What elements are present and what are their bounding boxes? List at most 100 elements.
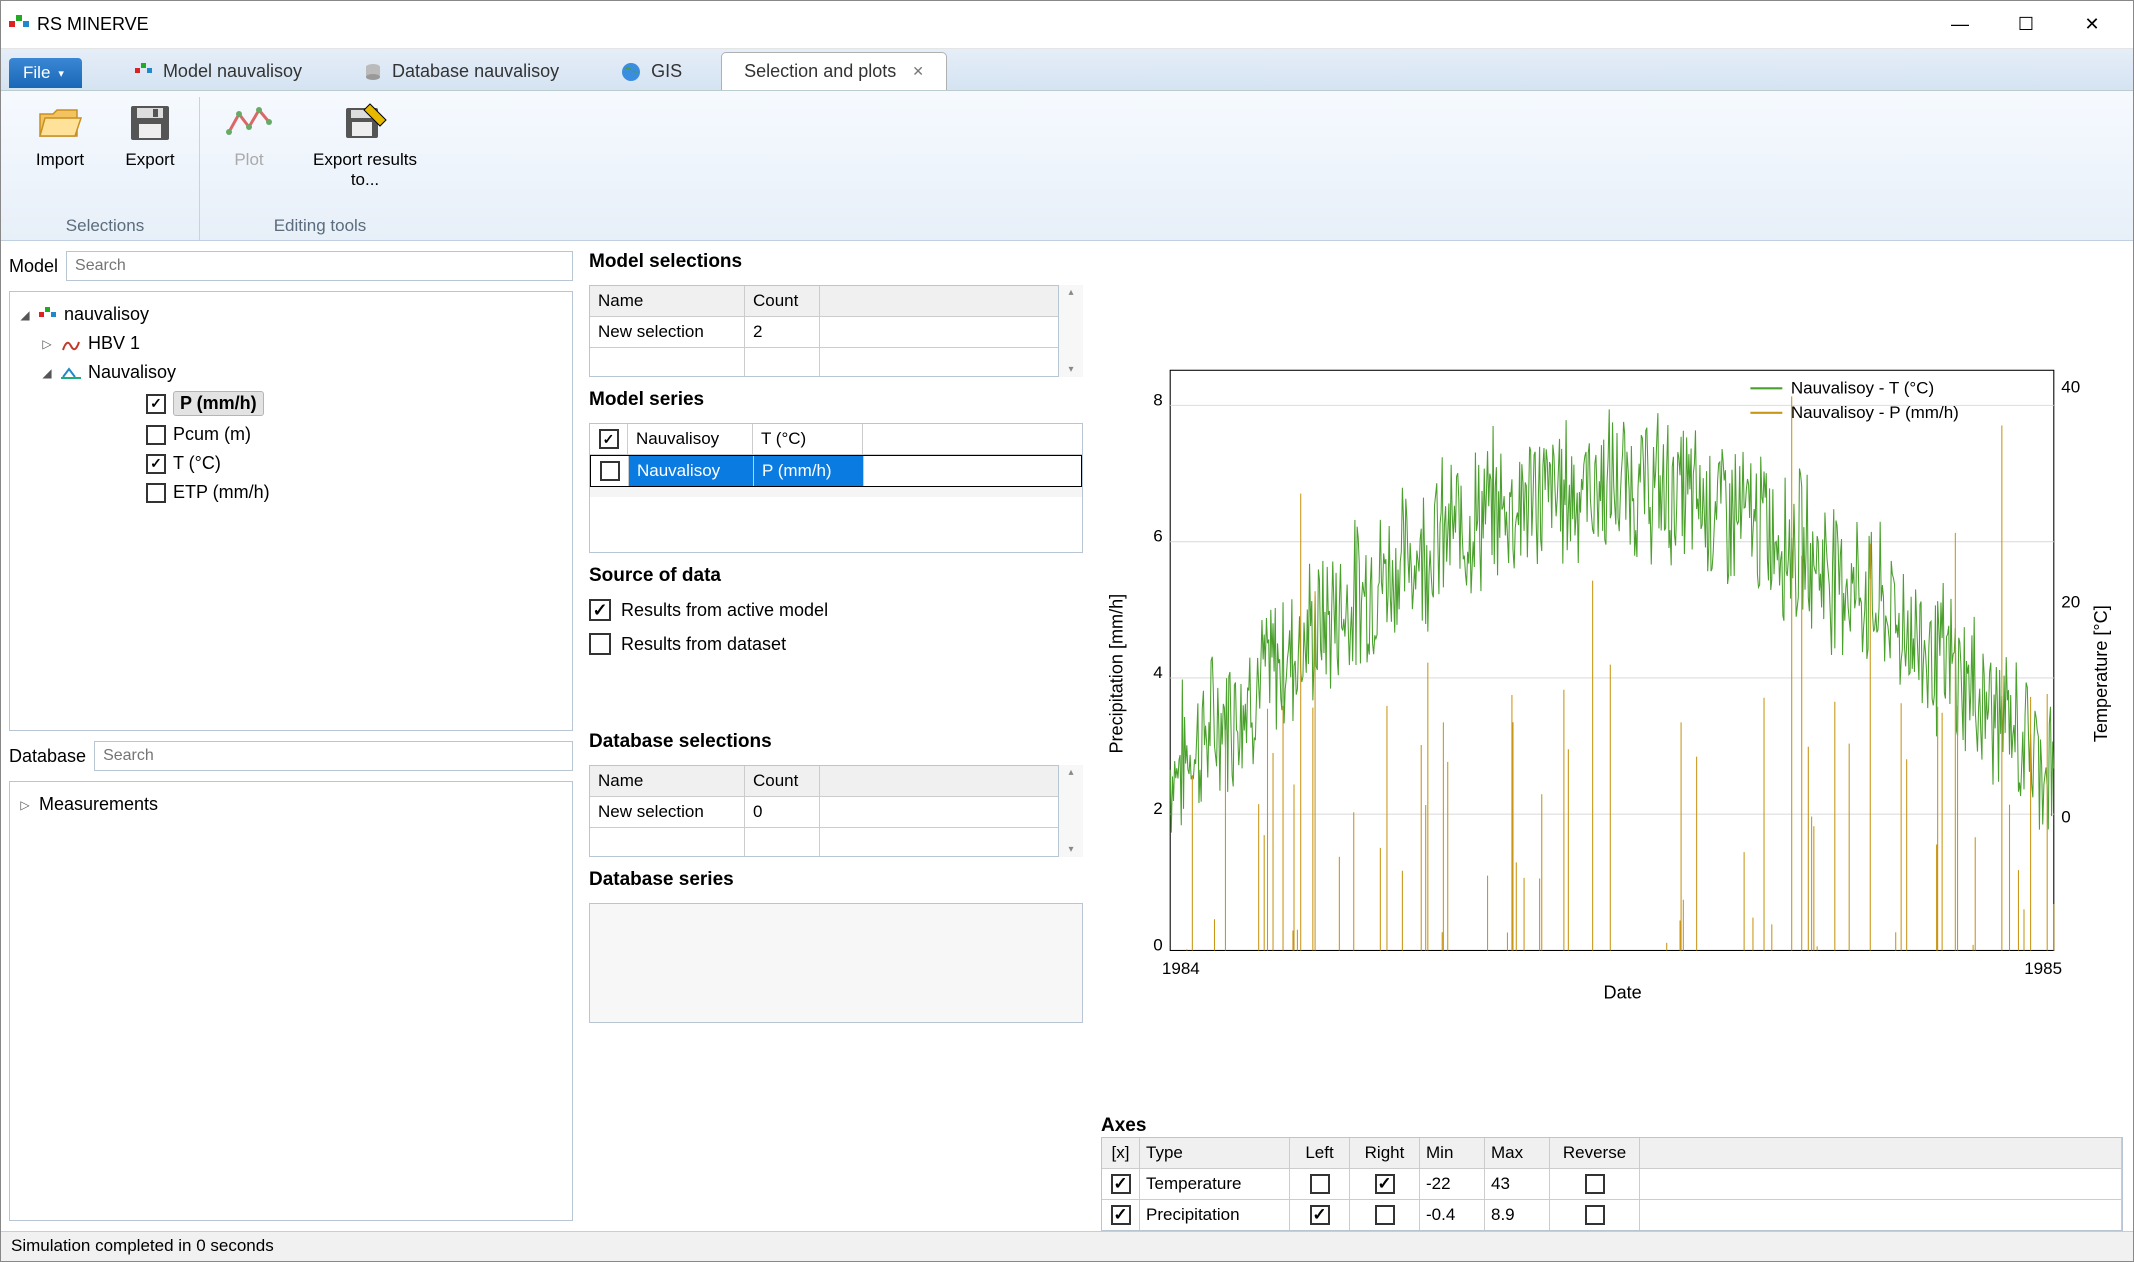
globe-icon — [621, 62, 641, 82]
checkbox[interactable] — [599, 429, 619, 449]
cell-count[interactable]: 2 — [745, 317, 820, 347]
model-icon — [135, 63, 153, 81]
title-bar: RS MINERVE — ☐ ✕ — [1, 1, 2133, 49]
export-button[interactable]: Export — [111, 97, 189, 170]
col-min[interactable]: Min — [1420, 1138, 1485, 1168]
app-window: RS MINERVE — ☐ ✕ File▾ Model nauvalisoy … — [0, 0, 2134, 1262]
tree-hbv[interactable]: HBV 1 — [88, 333, 140, 354]
checkbox[interactable] — [1310, 1174, 1330, 1194]
cell-name[interactable]: New selection — [590, 317, 745, 347]
svg-text:8: 8 — [1153, 390, 1162, 409]
source-active-model[interactable]: Results from active model — [589, 599, 1083, 621]
expander-icon[interactable]: ▷ — [40, 337, 54, 351]
source-dataset[interactable]: Results from dataset — [589, 633, 1083, 655]
ribbon-group-selections: Import Export Selections — [11, 97, 200, 240]
database-series-title: Database series — [589, 869, 1083, 891]
tab-gis[interactable]: GIS — [598, 52, 705, 90]
database-label: Database — [9, 746, 86, 767]
svg-text:4: 4 — [1153, 663, 1162, 682]
expander-icon[interactable]: ▷ — [18, 798, 32, 812]
tab-strip: File▾ Model nauvalisoy Database nauvalis… — [1, 49, 2133, 91]
col-max[interactable]: Max — [1485, 1138, 1550, 1168]
minimize-button[interactable]: — — [1927, 5, 1993, 45]
col-reverse[interactable]: Reverse — [1550, 1138, 1640, 1168]
model-tree[interactable]: ◢ nauvalisoy ▷ HBV 1 ◢ Nauvalisoy P (mm/… — [9, 291, 573, 731]
checkbox[interactable] — [1310, 1205, 1330, 1225]
model-search-input[interactable] — [66, 251, 573, 281]
tree-var-etp[interactable]: ETP (mm/h) — [173, 482, 270, 503]
checkbox[interactable] — [1111, 1205, 1131, 1225]
main-content: Model ◢ nauvalisoy ▷ HBV 1 ◢ Nauvalisoy … — [1, 241, 2133, 1231]
close-button[interactable]: ✕ — [2059, 5, 2125, 45]
col-left[interactable]: Left — [1290, 1138, 1350, 1168]
database-search-input[interactable] — [94, 741, 573, 771]
cell-max[interactable]: 8.9 — [1485, 1200, 1550, 1230]
axes-grid[interactable]: [x] Type Left Right Min Max Reverse Temp… — [1101, 1137, 2123, 1231]
caret-down-icon: ▾ — [58, 67, 64, 80]
tab-model[interactable]: Model nauvalisoy — [112, 52, 325, 90]
cell-min[interactable]: -0.4 — [1420, 1200, 1485, 1230]
expander-icon[interactable]: ◢ — [18, 308, 32, 322]
export-results-button[interactable]: Export results to... — [300, 97, 430, 190]
tree-station[interactable]: Nauvalisoy — [88, 362, 176, 383]
col-name[interactable]: Name — [590, 766, 745, 796]
cell-type[interactable]: Temperature — [1140, 1169, 1290, 1199]
cell-var[interactable]: P (mm/h) — [754, 456, 864, 486]
checkbox[interactable] — [146, 425, 166, 445]
tree-var-p[interactable]: P (mm/h) — [173, 391, 264, 416]
tab-database[interactable]: Database nauvalisoy — [341, 52, 582, 90]
svg-text:6: 6 — [1153, 527, 1162, 546]
maximize-button[interactable]: ☐ — [1993, 5, 2059, 45]
cell-station[interactable]: Nauvalisoy — [629, 456, 754, 486]
cell-max[interactable]: 43 — [1485, 1169, 1550, 1199]
database-tree[interactable]: ▷ Measurements — [9, 781, 573, 1221]
checkbox[interactable] — [146, 394, 166, 414]
file-menu[interactable]: File▾ — [9, 58, 82, 88]
status-bar: Simulation completed in 0 seconds — [1, 1231, 2133, 1261]
plot-button[interactable]: Plot — [210, 97, 288, 190]
import-button[interactable]: Import — [21, 97, 99, 170]
tree-var-t[interactable]: T (°C) — [173, 453, 221, 474]
tab-selection-plots[interactable]: Selection and plots ✕ — [721, 52, 947, 90]
tree-root[interactable]: nauvalisoy — [64, 304, 149, 325]
cell-station[interactable]: Nauvalisoy — [628, 424, 753, 454]
cell-name[interactable]: New selection — [590, 797, 745, 827]
col-x[interactable]: [x] — [1102, 1138, 1140, 1168]
checkbox[interactable] — [600, 461, 620, 481]
model-selections-grid[interactable]: NameCount New selection2 — [589, 285, 1059, 377]
scrollbar[interactable]: ▴▾ — [1059, 285, 1083, 377]
floppy-pencil-icon — [340, 102, 390, 142]
checkbox[interactable] — [589, 599, 611, 621]
col-right[interactable]: Right — [1350, 1138, 1420, 1168]
col-name[interactable]: Name — [590, 286, 745, 316]
col-type[interactable]: Type — [1140, 1138, 1290, 1168]
database-selections-grid[interactable]: NameCount New selection0 — [589, 765, 1059, 857]
cell-type[interactable]: Precipitation — [1140, 1200, 1290, 1230]
model-series-grid[interactable]: NauvalisoyT (°C) NauvalisoyP (mm/h) — [589, 423, 1083, 553]
checkbox[interactable] — [146, 483, 166, 503]
checkbox[interactable] — [1585, 1205, 1605, 1225]
checkbox[interactable] — [1375, 1205, 1395, 1225]
ribbon: Import Export Selections Plot Export res… — [1, 91, 2133, 241]
scrollbar[interactable]: ▴▾ — [1059, 765, 1083, 857]
checkbox[interactable] — [1111, 1174, 1131, 1194]
checkbox[interactable] — [1585, 1174, 1605, 1194]
tree-var-pcum[interactable]: Pcum (m) — [173, 424, 251, 445]
cell-var[interactable]: T (°C) — [753, 424, 863, 454]
tree-measurements[interactable]: Measurements — [39, 794, 158, 815]
svg-text:1984: 1984 — [1162, 959, 1200, 978]
col-count[interactable]: Count — [745, 766, 820, 796]
database-series-grid[interactable] — [589, 903, 1083, 1023]
checkbox[interactable] — [1375, 1174, 1395, 1194]
col-count[interactable]: Count — [745, 286, 820, 316]
cell-count[interactable]: 0 — [745, 797, 820, 827]
svg-text:0: 0 — [1153, 935, 1162, 954]
checkbox[interactable] — [589, 633, 611, 655]
ribbon-group-title-editing: Editing tools — [274, 216, 367, 236]
source-of-data-title: Source of data — [589, 565, 1083, 587]
cell-min[interactable]: -22 — [1420, 1169, 1485, 1199]
close-tab-icon[interactable]: ✕ — [912, 63, 924, 80]
expander-icon[interactable]: ◢ — [40, 366, 54, 380]
checkbox[interactable] — [146, 454, 166, 474]
svg-text:0: 0 — [2061, 808, 2070, 827]
